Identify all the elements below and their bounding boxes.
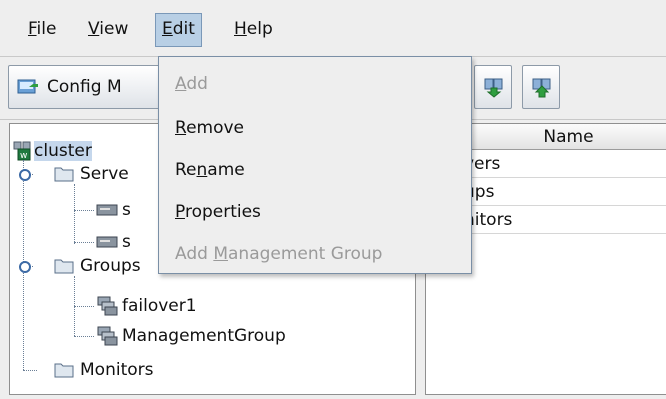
folder-icon — [54, 258, 74, 274]
config-mode-label: Config M — [47, 77, 122, 97]
folder-icon — [54, 166, 74, 182]
tree-line — [74, 306, 94, 307]
menu-item-add[interactable]: Add — [175, 67, 208, 101]
cluster-icon: w — [13, 141, 31, 161]
tree-node-label: Serve — [80, 164, 129, 184]
tree-node-label: ManagementGroup — [122, 326, 286, 346]
tree-node-label: s — [122, 200, 131, 220]
expand-toggle-groups[interactable] — [19, 261, 31, 273]
tree-node-label: Monitors — [80, 360, 154, 380]
menu-view[interactable]: View — [82, 13, 134, 45]
menu-item-remove[interactable]: Remove — [175, 111, 244, 145]
tree-node-servers[interactable]: Serve — [80, 160, 129, 188]
upload-button[interactable] — [522, 65, 560, 109]
tree-node-group-failover1[interactable]: failover1 — [122, 292, 197, 320]
config-icon — [17, 79, 38, 94]
tree-line — [74, 210, 94, 211]
edit-menu-dropdown: Add Remove Rename Properties Add Managem… — [158, 56, 472, 274]
upload-icon — [532, 78, 551, 98]
group-icon — [97, 296, 118, 316]
tree-node-server-1[interactable]: s — [122, 196, 131, 224]
menu-item-properties[interactable]: Properties — [175, 195, 261, 229]
tree-line — [74, 242, 94, 243]
menu-help[interactable]: Help — [228, 13, 279, 45]
tree-node-group-management[interactable]: ManagementGroup — [122, 322, 286, 350]
expand-toggle-servers[interactable] — [19, 169, 31, 181]
menu-item-add-management-group[interactable]: Add Management Group — [175, 237, 382, 271]
tree-node-label: cluster — [34, 141, 92, 161]
column-header-label: Name — [543, 127, 594, 147]
tree-node-label: failover1 — [122, 296, 197, 316]
menu-edit[interactable]: Edit — [155, 13, 202, 47]
tree-node-groups[interactable]: Groups — [80, 252, 141, 280]
tree-node-label: s — [122, 232, 131, 252]
menu-item-rename[interactable]: Rename — [175, 153, 245, 187]
download-icon — [484, 78, 503, 98]
folder-icon — [54, 362, 74, 378]
menu-bar: File View Edit Help — [0, 0, 666, 57]
group-icon — [97, 326, 118, 346]
server-icon — [96, 204, 118, 216]
download-button[interactable] — [474, 65, 512, 109]
tree-node-label: Groups — [80, 256, 141, 276]
menu-file[interactable]: File — [22, 13, 62, 45]
tree-node-monitors[interactable]: Monitors — [80, 356, 153, 384]
server-icon — [96, 236, 118, 248]
tree-line — [23, 370, 37, 371]
tree-line — [74, 184, 75, 244]
tree-line — [74, 336, 94, 337]
